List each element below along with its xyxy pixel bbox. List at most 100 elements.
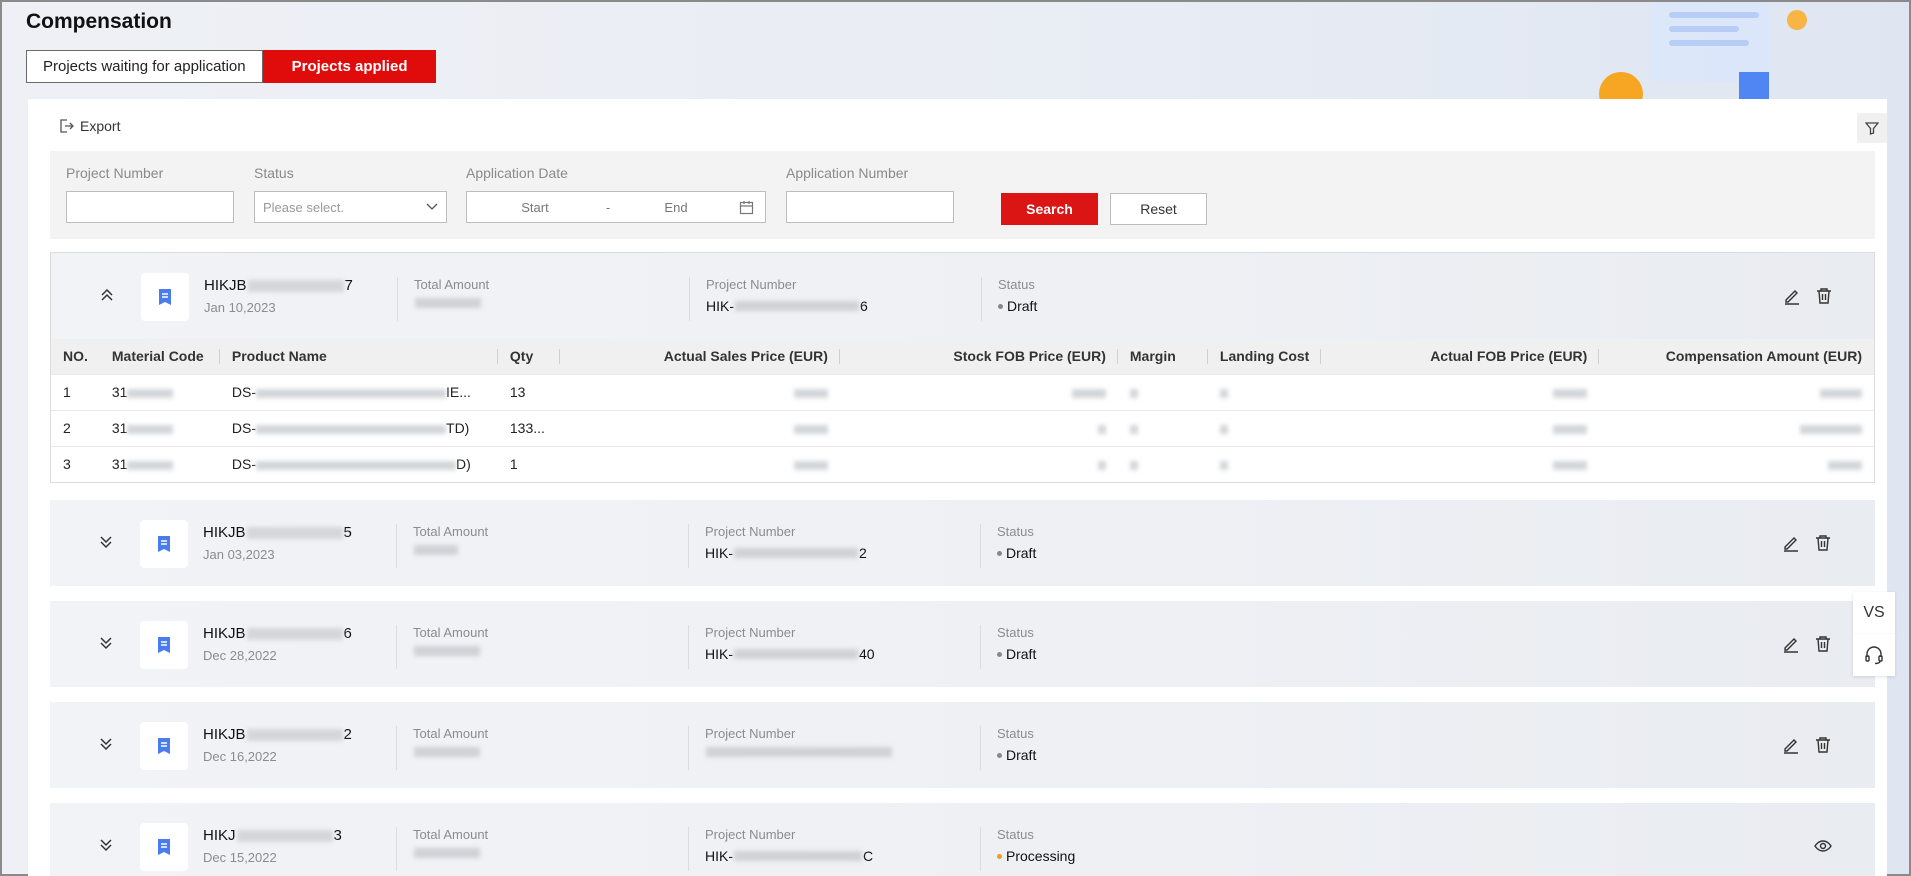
- table-row: 3 31 DS- D) 1: [51, 445, 1874, 482]
- search-form: Project Number Status Please select. App…: [50, 151, 1875, 239]
- edit-icon[interactable]: [1782, 635, 1800, 653]
- project-card-header: HIKJ 3 Dec 15,2022 Total Amount Project N…: [50, 803, 1875, 876]
- total-amount: Total Amount: [396, 827, 488, 871]
- edit-icon[interactable]: [1782, 736, 1800, 754]
- document-icon: [140, 722, 188, 770]
- application-date: Dec 16,2022: [203, 749, 277, 764]
- document-icon: [140, 823, 188, 871]
- filter-icon: [1865, 122, 1879, 135]
- chevron-down-icon[interactable]: [98, 534, 114, 550]
- status: Status Draft: [980, 726, 1036, 770]
- application-number: HIKJB 5: [203, 524, 352, 541]
- reset-button[interactable]: Reset: [1110, 193, 1207, 225]
- col-margin: Margin: [1117, 339, 1208, 374]
- compare-button[interactable]: VS: [1853, 592, 1895, 634]
- col-product-name: Product Name: [219, 339, 498, 374]
- date-separator: -: [605, 199, 611, 215]
- edit-icon[interactable]: [1782, 534, 1800, 552]
- project-number: Project Number HIK- 40: [688, 625, 875, 669]
- col-compensation-amount: Compensation Amount (EUR): [1599, 339, 1874, 374]
- edit-icon[interactable]: [1783, 287, 1801, 305]
- filter-button[interactable]: [1857, 113, 1887, 143]
- view-icon[interactable]: [1814, 837, 1832, 855]
- col-material-code: Material Code: [99, 339, 220, 374]
- status-dot: [998, 303, 1003, 309]
- export-icon: [60, 119, 74, 133]
- search-button[interactable]: Search: [1001, 193, 1098, 225]
- status-label: Status: [254, 165, 294, 181]
- chevron-down-icon: [426, 203, 438, 210]
- project-card: HIKJ 3 Dec 15,2022 Total Amount Project N…: [50, 803, 1875, 876]
- support-button[interactable]: [1853, 634, 1895, 676]
- document-icon: [140, 621, 188, 669]
- status-badge: Draft: [1006, 646, 1037, 662]
- project-card-header: HIKJB 5 Jan 03,2023 Total Amount Project …: [50, 500, 1875, 586]
- project-number-label: Project Number: [66, 165, 164, 181]
- status: Status Draft: [981, 277, 1037, 321]
- date-start[interactable]: Start: [467, 200, 603, 215]
- application-date-label: Application Date: [466, 165, 568, 181]
- page-title: Compensation: [26, 10, 172, 33]
- col-qty: Qty: [497, 339, 560, 374]
- table-row: 1 31 DS- IE... 13: [51, 373, 1874, 410]
- tab-bar: Projects waiting for application Project…: [26, 50, 437, 83]
- total-amount: Total Amount: [396, 524, 488, 568]
- project-number: Project Number HIK- C: [688, 827, 873, 871]
- application-number-input[interactable]: [786, 191, 954, 223]
- total-amount: Total Amount: [397, 277, 489, 321]
- status: Status Processing: [980, 827, 1075, 871]
- project-number-field: Project Number: [66, 165, 234, 223]
- application-date: Dec 15,2022: [203, 850, 277, 865]
- project-card-header: HIKJB 6 Dec 28,2022 Total Amount Project …: [50, 601, 1875, 687]
- project-card: HIKJB 2 Dec 16,2022 Total Amount Project …: [50, 702, 1875, 788]
- document-icon: [141, 273, 189, 321]
- date-range-picker[interactable]: Start - End: [466, 191, 766, 223]
- application-number-field: Application Number: [786, 165, 954, 223]
- detail-table: NO. Material Code Product Name Qty Actua…: [51, 339, 1874, 482]
- status-badge: Draft: [1006, 545, 1037, 561]
- status-placeholder: Please select.: [263, 199, 344, 215]
- application-number: HIKJ 3: [203, 827, 342, 844]
- application-number: HIKJB 7: [204, 277, 353, 294]
- status: Status Draft: [980, 524, 1036, 568]
- tab-projects-waiting[interactable]: Projects waiting for application: [26, 50, 263, 83]
- date-end[interactable]: End: [613, 200, 739, 215]
- delete-icon[interactable]: [1814, 736, 1832, 754]
- project-number: Project Number HIK- 6: [689, 277, 868, 321]
- status-field: Status Please select.: [254, 165, 447, 223]
- application-number: HIKJB 2: [203, 726, 352, 743]
- project-card-header: HIKJB 2 Dec 16,2022 Total Amount Project …: [50, 702, 1875, 788]
- chevron-down-icon[interactable]: [98, 837, 114, 853]
- application-number-label: Application Number: [786, 165, 909, 181]
- header-illustration: [1599, 2, 1807, 102]
- total-amount: Total Amount: [396, 726, 488, 770]
- application-date: Jan 03,2023: [203, 547, 275, 562]
- main-panel: Export Project Number Status Please sele…: [28, 99, 1887, 876]
- status-badge: Processing: [1006, 848, 1076, 864]
- tab-projects-applied[interactable]: Projects applied: [262, 50, 437, 83]
- project-number: Project Number: [688, 726, 893, 770]
- headset-icon: [1865, 646, 1883, 665]
- application-date: Dec 28,2022: [203, 648, 277, 663]
- project-number: Project Number HIK- 2: [688, 524, 867, 568]
- project-number-input[interactable]: [66, 191, 234, 223]
- status: Status Draft: [980, 625, 1036, 669]
- export-button[interactable]: Export: [58, 118, 120, 134]
- status-badge: Draft: [1007, 298, 1038, 314]
- export-label: Export: [80, 118, 121, 134]
- chevron-down-icon[interactable]: [98, 635, 114, 651]
- table-row: 2 31 DS- TD) 133...: [51, 409, 1874, 446]
- application-number: HIKJB 6: [203, 625, 352, 642]
- table-header-row: NO. Material Code Product Name Qty Actua…: [51, 339, 1874, 374]
- application-date-field: Application Date Start - End: [466, 165, 766, 223]
- calendar-icon: [739, 200, 754, 214]
- delete-icon[interactable]: [1814, 534, 1832, 552]
- chevron-up-icon[interactable]: [99, 287, 115, 303]
- status-select[interactable]: Please select.: [254, 191, 447, 223]
- chevron-down-icon[interactable]: [98, 736, 114, 752]
- delete-icon[interactable]: [1814, 635, 1832, 653]
- project-card-header: HIKJB 7 Jan 10,2023 Total Amount Project …: [51, 253, 1874, 339]
- delete-icon[interactable]: [1815, 287, 1833, 305]
- total-amount: Total Amount: [396, 625, 488, 669]
- status-badge: Draft: [1006, 747, 1037, 763]
